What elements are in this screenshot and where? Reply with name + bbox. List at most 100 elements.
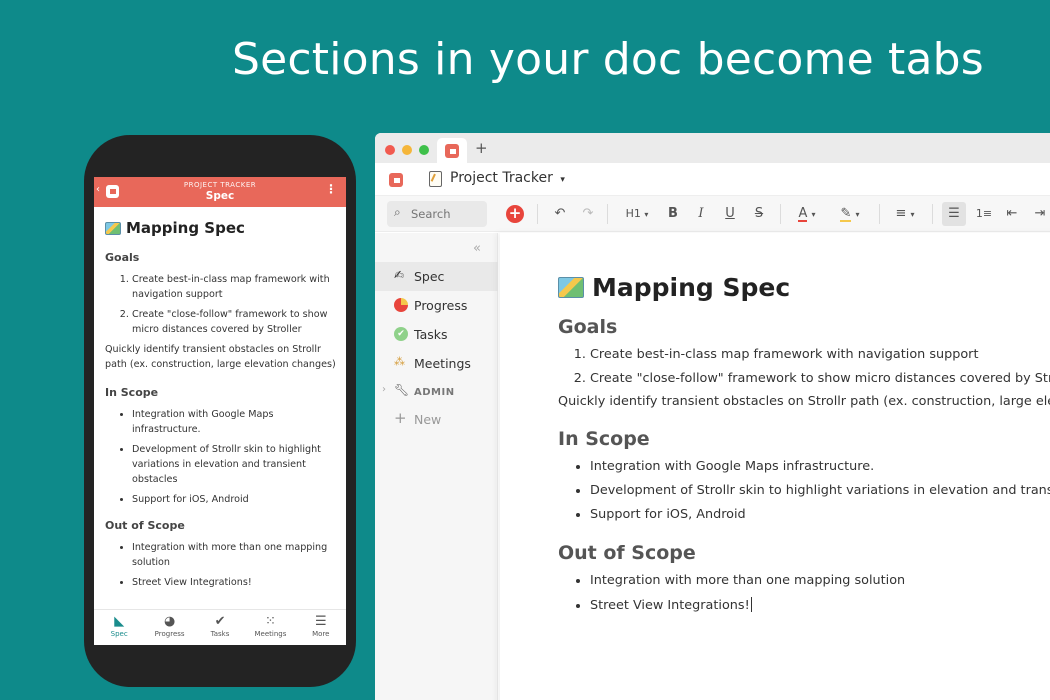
tab-spec[interactable]: ◣ Spec	[94, 610, 144, 645]
people-grid-icon: ⁙	[264, 614, 276, 629]
sidebar-new-button[interactable]: + New	[375, 405, 498, 434]
headline: Sections in your doc become tabs	[232, 34, 984, 85]
desktop-window: + Project Tracker ▾ ⌕ + ↶ ↷ H1 ▾ B I U S…	[375, 133, 1050, 700]
mobile-outscope-heading: Out of Scope	[105, 519, 185, 532]
search-input[interactable]	[411, 205, 481, 223]
search-box[interactable]: ⌕	[387, 201, 487, 227]
tab-label: Meetings	[254, 630, 287, 638]
chevron-down-icon: ▾	[811, 210, 816, 219]
list-item: Integration with more than one mapping s…	[132, 540, 337, 570]
maximize-window-icon[interactable]	[419, 145, 429, 155]
list-item: Integration with more than one mapping s…	[590, 573, 1050, 588]
mobile-doc-body: Mapping Spec Goals Create best-in-class …	[94, 207, 346, 590]
mobile-inscope-list: Integration with Google Maps infrastruct…	[105, 407, 337, 507]
list-item: Create best-in-class map framework with …	[590, 347, 1050, 362]
toolbar-divider	[932, 204, 933, 224]
heading-dropdown[interactable]: H1 ▾	[620, 205, 654, 224]
mobile-inscope-heading: In Scope	[105, 386, 159, 399]
tab-progress[interactable]: ◕ Progress	[144, 610, 194, 645]
list-item: Create "close-follow" framework to show …	[132, 307, 337, 337]
spec-icon: ◣	[114, 614, 125, 629]
list-item: Development of Strollr skin to highlight…	[132, 442, 337, 487]
numbered-list-icon[interactable]: 1≡	[975, 205, 993, 223]
mobile-doc-title: Mapping Spec	[105, 219, 337, 237]
doc-title-text: Mapping Spec	[592, 273, 791, 302]
collapse-sidebar-icon[interactable]: «	[473, 241, 481, 256]
align-left-icon: ≡	[895, 206, 907, 221]
goals-list: Create best-in-class map framework with …	[558, 347, 1050, 386]
plus-icon: +	[394, 409, 407, 427]
minimize-window-icon[interactable]	[402, 145, 412, 155]
insert-plus-button[interactable]: +	[506, 205, 524, 223]
sidebar-item-label: Spec	[414, 269, 445, 284]
phone-screen: ‹ PROJECT TRACKER Spec ⋮ Mapping Spec Go…	[94, 177, 346, 645]
app-logo-icon[interactable]	[389, 173, 403, 187]
mobile-goals-heading: Goals	[105, 251, 140, 264]
underline-icon[interactable]: U	[722, 205, 738, 223]
bulleted-list-icon[interactable]: ☰	[942, 202, 966, 226]
toolbar-divider	[780, 204, 781, 224]
toolbar-divider	[879, 204, 880, 224]
text-color-icon: A	[798, 206, 808, 222]
browser-tab[interactable]	[437, 138, 467, 163]
check-circle-icon: ✔	[214, 614, 226, 629]
strikethrough-icon[interactable]: S	[751, 205, 767, 223]
pie-chart-icon: ◕	[163, 614, 176, 629]
phone-mockup: ‹ PROJECT TRACKER Spec ⋮ Mapping Spec Go…	[84, 135, 356, 687]
sidebar-folder-admin[interactable]: › 🔧︎ ADMIN	[375, 378, 498, 407]
list-item: Street View Integrations!	[132, 575, 337, 590]
people-icon: ⁂	[394, 355, 405, 368]
check-circle-icon: ✔	[394, 327, 408, 341]
goals-heading: Goals	[558, 316, 618, 338]
list-item: Create "close-follow" framework to show …	[590, 371, 1050, 386]
sidebar-item-label: Tasks	[414, 327, 448, 342]
bold-icon[interactable]: B	[665, 205, 681, 223]
chevron-down-icon: ▾	[644, 210, 649, 219]
redo-icon[interactable]: ↷	[579, 205, 597, 223]
inscope-heading: In Scope	[558, 428, 650, 450]
indent-icon[interactable]: ⇥	[1031, 205, 1049, 223]
mobile-tab-bar: ◣ Spec ◕ Progress ✔ Tasks ⁙ Meetings ☰ M…	[94, 609, 346, 645]
doc-name-dropdown[interactable]: Project Tracker ▾	[450, 170, 565, 186]
more-vertical-icon[interactable]: ⋮	[325, 183, 337, 195]
outdent-icon[interactable]: ⇤	[1003, 205, 1021, 223]
list-item: Integration with Google Maps infrastruct…	[590, 459, 1050, 474]
toolbar-divider	[537, 204, 538, 224]
pie-chart-icon	[394, 298, 408, 312]
doc-title-bar: Project Tracker ▾	[375, 163, 1050, 196]
close-window-icon[interactable]	[385, 145, 395, 155]
text-color-dropdown[interactable]: A ▾	[792, 205, 822, 224]
undo-icon[interactable]: ↶	[551, 205, 569, 223]
formatting-toolbar: ⌕ + ↶ ↷ H1 ▾ B I U S A ▾ ✎ ▾ ≡ ▾ ☰ 1≡	[375, 196, 1050, 232]
document-icon	[429, 171, 442, 187]
browser-tab-strip: +	[375, 133, 1050, 163]
list-item: Create best-in-class map framework with …	[132, 272, 337, 302]
italic-icon[interactable]: I	[693, 205, 709, 223]
mobile-goals-list: Create best-in-class map framework with …	[105, 272, 337, 337]
highlighter-icon: ✎	[840, 206, 852, 222]
goals-note: Quickly identify transient obstacles on …	[558, 394, 1050, 409]
sidebar-item-label: Progress	[414, 298, 468, 313]
sidebar-item-label: Meetings	[414, 356, 471, 371]
writing-hand-icon: ✍	[394, 268, 405, 282]
sidebar-item-progress[interactable]: Progress	[375, 291, 498, 320]
chevron-down-icon: ▾	[855, 210, 860, 219]
tab-label: More	[312, 630, 330, 638]
new-tab-icon[interactable]: +	[475, 139, 488, 157]
document-canvas[interactable]: Mapping Spec Goals Create best-in-class …	[500, 233, 1050, 700]
align-dropdown[interactable]: ≡ ▾	[891, 205, 919, 224]
wrench-icon: 🔧︎	[394, 383, 410, 397]
sidebar-item-spec[interactable]: ✍ Spec	[375, 262, 498, 291]
list-item: Support for iOS, Android	[590, 507, 1050, 522]
list-item: Integration with Google Maps infrastruct…	[132, 407, 337, 437]
sidebar-item-tasks[interactable]: ✔ Tasks	[375, 320, 498, 349]
inscope-list: Integration with Google Maps infrastruct…	[558, 459, 1050, 522]
tab-tasks[interactable]: ✔ Tasks	[195, 610, 245, 645]
tab-meetings[interactable]: ⁙ Meetings	[245, 610, 295, 645]
search-icon: ⌕	[394, 205, 401, 219]
tab-more[interactable]: ☰ More	[296, 610, 346, 645]
chevron-right-icon: ›	[382, 384, 386, 395]
sidebar-item-meetings[interactable]: ⁂ Meetings	[375, 349, 498, 378]
sidebar-item-label: New	[414, 412, 442, 427]
highlight-dropdown[interactable]: ✎ ▾	[834, 205, 866, 224]
